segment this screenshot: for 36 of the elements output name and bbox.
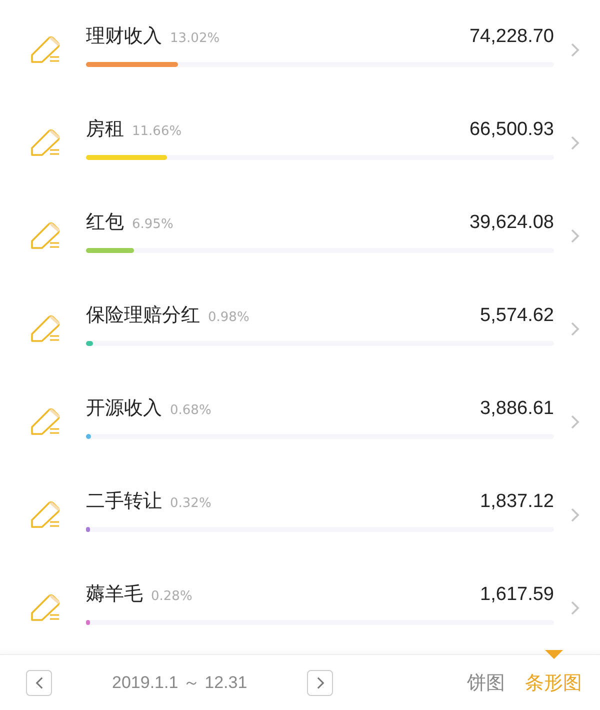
amount: 39,624.08 xyxy=(469,212,554,234)
next-button[interactable] xyxy=(307,670,334,696)
chevron-right-icon[interactable] xyxy=(570,321,580,337)
amount: 1,617.59 xyxy=(480,584,554,606)
chevron-right-icon[interactable] xyxy=(570,600,580,616)
chevron-right-icon[interactable] xyxy=(570,42,580,58)
percentage: 0.28% xyxy=(151,588,192,604)
amount: 5,574.62 xyxy=(480,305,554,327)
percentage: 11.66% xyxy=(132,124,182,140)
category-name: 开源收入 xyxy=(86,396,162,421)
percentage: 6.95% xyxy=(132,217,174,232)
amount: 66,500.93 xyxy=(469,119,554,142)
chevron-right-icon[interactable] xyxy=(570,228,580,244)
triangle-indicator-icon xyxy=(544,650,562,658)
percentage: 13.02% xyxy=(170,31,220,46)
chevron-right-icon xyxy=(316,676,325,690)
category-name: 房租 xyxy=(86,117,124,142)
category-name: 薅羊毛 xyxy=(86,582,143,607)
amount: 3,886.61 xyxy=(480,398,554,420)
previous-button[interactable] xyxy=(26,670,52,696)
percentage: 0.68% xyxy=(170,402,212,418)
date-range: 2019.1.1 ～ 12.31 xyxy=(112,672,248,694)
chevron-right-icon[interactable] xyxy=(570,135,580,152)
chevron-left-icon xyxy=(34,676,44,690)
percentage: 0.98% xyxy=(208,310,250,325)
category-name: 理财收入 xyxy=(86,24,162,50)
percentage: 0.32% xyxy=(170,496,212,511)
amount: 1,837.12 xyxy=(480,490,554,513)
chart-tab[interactable]: 条形图 xyxy=(525,670,582,696)
category-name: 保险理赔分红 xyxy=(86,303,200,328)
category-name: 二手转让 xyxy=(86,488,162,514)
chevron-right-icon[interactable] xyxy=(570,414,580,430)
chevron-right-icon[interactable] xyxy=(570,506,580,523)
chart-tab[interactable]: 饼图 xyxy=(467,670,505,696)
amount: 74,228.70 xyxy=(469,26,554,48)
category-name: 红包 xyxy=(86,210,124,236)
